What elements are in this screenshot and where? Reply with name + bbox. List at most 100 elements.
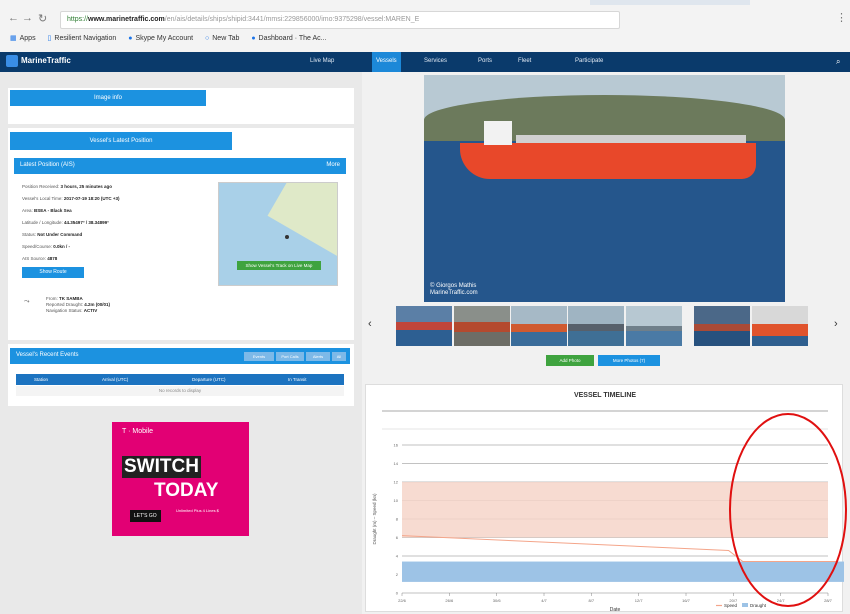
ship-hull xyxy=(460,143,756,179)
nav-live-map[interactable]: Live Map xyxy=(310,58,334,64)
browser-chrome: ← → ↻ https://www.marinetraffic.com/en/a… xyxy=(0,0,850,52)
bookmark-newtab[interactable]: ○ New Tab xyxy=(205,35,239,42)
filter-port-calls-button[interactable]: Port Calls xyxy=(276,352,304,361)
nav-fleet[interactable]: Fleet xyxy=(518,58,531,64)
position-label: Status: xyxy=(22,232,38,237)
x-tick-label: 30/6 xyxy=(493,598,502,603)
photo-thumbnail[interactable] xyxy=(396,306,452,346)
vessel-marker[interactable] xyxy=(285,235,289,239)
position-row: Area: BSEA - Black Sea xyxy=(22,208,72,213)
address-row: ← → ↻ https://www.marinetraffic.com/en/a… xyxy=(0,9,850,33)
voyage-value: TK SAMBA xyxy=(59,296,83,301)
position-row: Status: Not Under Command xyxy=(22,232,82,237)
voyage-value: ACTIV xyxy=(83,308,98,313)
filter-events-button[interactable]: Events xyxy=(244,352,274,361)
draught-legend-swatch xyxy=(742,603,748,607)
image-info-button[interactable]: Image info xyxy=(10,90,206,106)
latest-position-button[interactable]: Vessel's Latest Position xyxy=(10,132,232,150)
site-navbar: MarineTraffic Live Map Vessels Services … xyxy=(0,52,850,72)
position-row: Position Received: 3 hours, 25 minutes a… xyxy=(22,184,112,189)
url-host: www.marinetraffic.com xyxy=(88,16,165,23)
forward-icon[interactable]: → xyxy=(22,12,33,24)
ad-note: Unlimited Plus 4 Lines $ xyxy=(176,508,219,513)
voyage-label: Reported Draught: xyxy=(46,302,85,307)
y-tick-label: 10 xyxy=(394,498,399,503)
apps-icon: ▦ xyxy=(10,35,17,42)
filter-alerts-button[interactable]: Alerts xyxy=(306,352,330,361)
nav-ports[interactable]: Ports xyxy=(478,58,492,64)
position-value: 0.0kn / - xyxy=(53,244,71,249)
logo-icon xyxy=(6,55,18,67)
back-icon[interactable]: ← xyxy=(8,12,19,24)
col-arrival[interactable]: Arrival (UTC) xyxy=(102,377,128,382)
legend-draught[interactable]: Draught xyxy=(750,603,767,608)
page-icon: ▯ xyxy=(47,35,52,42)
y-tick-label: 6 xyxy=(396,535,399,540)
bookmark-skype[interactable]: ● Skype My Account xyxy=(128,35,193,42)
voyage-label: Navigation Status: xyxy=(46,308,84,313)
x-tick-label: 26/6 xyxy=(445,598,454,603)
events-table-header: Station Arrival (UTC) Departure (UTC) In… xyxy=(16,374,344,385)
voyage-label: From: xyxy=(46,296,59,301)
voyage-row: Reported Draught: 4.2m (00/01) xyxy=(46,302,110,307)
reload-icon[interactable]: ↻ xyxy=(38,12,47,25)
position-label: Position Received: xyxy=(22,184,61,189)
nav-services[interactable]: Services xyxy=(424,58,447,64)
position-map[interactable]: Show Vessel's Track on Live Map xyxy=(218,182,338,286)
y-tick-label: 12 xyxy=(394,480,399,485)
x-tick-label: 8/7 xyxy=(589,598,595,603)
show-on-live-map-button[interactable]: Show Vessel's Track on Live Map xyxy=(237,261,321,270)
col-in-transit[interactable]: In Transit xyxy=(288,377,307,382)
col-departure[interactable]: Departure (UTC) xyxy=(192,377,226,382)
photo-thumbnail[interactable] xyxy=(568,306,624,346)
bookmark-dashboard[interactable]: ● Dashboard · The Ac... xyxy=(251,35,326,42)
y-tick-label: 0 xyxy=(396,591,399,596)
vessel-timeline-chart[interactable]: 0 2 4 6 8 10 12 14 16 22/6 26/6 30/6 4/7 8/7 12/7 16/7… xyxy=(366,385,844,613)
address-bar[interactable]: https://www.marinetraffic.com/en/ais/det… xyxy=(60,11,620,29)
events-empty-row: No records to display xyxy=(16,386,344,396)
nav-participate[interactable]: Participate xyxy=(575,58,603,64)
filter-all-button[interactable]: All xyxy=(332,352,346,361)
vessel-photo[interactable]: © Giorgos Mathis MarineTraffic.com xyxy=(424,75,785,302)
nav-vessels[interactable]: Vessels xyxy=(372,52,401,72)
legend-speed[interactable]: Speed xyxy=(724,603,738,608)
col-station[interactable]: Station xyxy=(34,377,48,382)
position-label: Area: xyxy=(22,208,35,213)
draught-band xyxy=(402,561,844,582)
position-label: Vessel's Local Time: xyxy=(22,196,64,201)
speed-band xyxy=(402,482,828,538)
more-photos-button[interactable]: More Photos (7) xyxy=(598,355,660,366)
photo-thumbnail[interactable] xyxy=(454,306,510,346)
position-row: AIS Source: 4878 xyxy=(22,256,57,261)
route-icon: ⤳ xyxy=(24,298,30,305)
position-value: 3 hours, 25 minutes ago xyxy=(60,184,113,189)
voyage-row: Navigation Status: ACTIV xyxy=(46,308,97,313)
y-tick-label: 16 xyxy=(394,443,399,448)
voyage-value: 4.2m (00/01) xyxy=(84,302,111,307)
add-photo-button[interactable]: Add Photo xyxy=(546,355,594,366)
next-photo-icon[interactable]: › xyxy=(834,318,838,330)
tab-strip xyxy=(590,0,750,5)
more-link[interactable]: More xyxy=(326,162,340,168)
photo-thumbnail[interactable] xyxy=(626,306,682,346)
position-row: Vessel's Local Time: 2017-07-19 18:20 (U… xyxy=(22,196,120,201)
ad-cta-button[interactable]: LET'S GO xyxy=(130,510,161,522)
photo-thumbnail[interactable] xyxy=(694,306,750,346)
photo-thumbnail[interactable] xyxy=(511,306,567,346)
tmobile-ad[interactable]: T · Mobile SWITCH TODAY LET'S GO Unlimit… xyxy=(112,422,249,536)
position-value: 2017-07-19 18:20 (UTC +3) xyxy=(63,196,120,201)
prev-photo-icon[interactable]: ‹ xyxy=(368,318,372,330)
photo-thumbnail[interactable] xyxy=(752,306,808,346)
x-tick-label: 12/7 xyxy=(635,598,644,603)
show-route-button[interactable]: Show Route xyxy=(22,267,84,278)
site-logo[interactable]: MarineTraffic xyxy=(6,55,71,67)
menu-icon[interactable]: ⋮ xyxy=(836,11,847,24)
bookmark-apps[interactable]: ▦ Apps xyxy=(10,34,36,42)
x-tick-label: 16/7 xyxy=(682,598,691,603)
bookmark-resilient[interactable]: ▯ Resilient Navigation xyxy=(48,34,117,42)
ship-deck xyxy=(516,135,746,143)
dashboard-icon: ● xyxy=(251,35,256,42)
search-icon[interactable]: ⌕ xyxy=(836,57,840,67)
y-axis-label: Draught (m) – Speed (kn) xyxy=(372,493,377,545)
position-value: Not Under Command xyxy=(37,232,83,237)
